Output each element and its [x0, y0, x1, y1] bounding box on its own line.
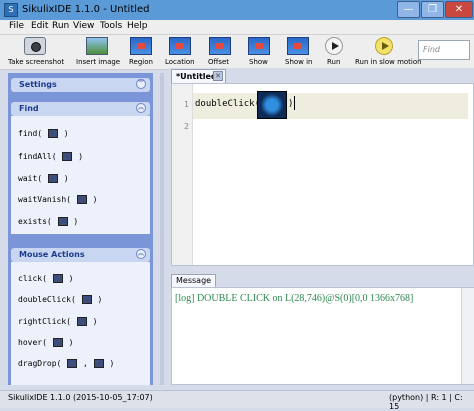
menu-file[interactable]: File: [9, 21, 24, 31]
line-number: 1: [184, 100, 190, 109]
expand-icon[interactable]: ︾: [136, 79, 146, 89]
close-icon[interactable]: ✕: [213, 71, 223, 81]
find-panel-header[interactable]: Find ︽: [11, 102, 150, 116]
location-button[interactable]: Location: [165, 35, 197, 69]
status-version: SikulixIDE 1.1.0 (2015-10-05_17:07): [8, 393, 153, 402]
image-placeholder-icon: [76, 195, 87, 204]
image-placeholder-icon: [62, 152, 73, 161]
minimize-button[interactable]: —: [397, 1, 420, 18]
command-sidebar: Settings ︾ Find ︽ find( ) findAll( ) wai…: [8, 73, 153, 385]
tool-label: Region: [129, 58, 153, 66]
run-icon: [325, 37, 343, 55]
vertical-scrollbar[interactable]: [461, 288, 474, 384]
close-button[interactable]: ✕: [445, 1, 473, 18]
camera-icon: [24, 37, 46, 55]
region-icon: [130, 37, 152, 55]
settings-label: Settings: [19, 80, 57, 89]
offset-icon: [209, 37, 231, 55]
tool-label: Run: [327, 58, 341, 66]
region-button[interactable]: Region: [126, 35, 158, 69]
offset-button[interactable]: Offset: [205, 35, 237, 69]
image-placeholder-icon: [47, 174, 58, 183]
show-in-icon: [287, 37, 309, 55]
text-cursor: [294, 96, 295, 110]
app-icon: S: [4, 3, 18, 17]
search-input[interactable]: Find: [418, 40, 470, 60]
cmd-exists[interactable]: exists( ): [18, 217, 78, 226]
cmd-wait[interactable]: wait( ): [18, 174, 69, 183]
image-placeholder-icon: [57, 217, 68, 226]
image-placeholder-icon: [52, 274, 63, 283]
insert-image-icon: [86, 37, 108, 55]
code-text[interactable]: ): [288, 99, 293, 109]
windows-start-button-image[interactable]: [257, 91, 287, 119]
insert-image-button[interactable]: Insert image: [72, 35, 122, 69]
run-button[interactable]: Run: [322, 35, 350, 69]
menu-tools[interactable]: Tools: [100, 21, 122, 31]
collapse-icon[interactable]: ︽: [136, 249, 146, 259]
image-placeholder-icon: [76, 317, 87, 326]
location-icon: [169, 37, 191, 55]
cmd-doubleclick[interactable]: doubleClick( ): [18, 295, 102, 304]
image-placeholder-icon: [52, 338, 63, 347]
tool-label: Show: [249, 58, 268, 66]
slow-motion-icon: [375, 37, 393, 55]
cmd-dragdrop[interactable]: dragDrop( , ): [18, 359, 114, 368]
menu-edit[interactable]: Edit: [31, 21, 48, 31]
show-button[interactable]: Show: [244, 35, 276, 69]
splitter[interactable]: [160, 73, 164, 385]
toolbar: Take screenshot Insert image Region Loca…: [0, 35, 474, 70]
code-text[interactable]: doubleClick(: [195, 99, 260, 109]
menu-bar: [0, 20, 474, 35]
tab-untitled[interactable]: *Untitled ✕: [171, 69, 226, 83]
status-cursor-position: (python) | R: 1 | C: 15: [389, 393, 463, 411]
collapse-icon[interactable]: ︽: [136, 103, 146, 113]
tool-label: Insert image: [76, 58, 121, 66]
cmd-hover[interactable]: hover( ): [18, 338, 73, 347]
maximize-button[interactable]: ❐: [421, 1, 444, 18]
take-screenshot-button[interactable]: Take screenshot: [4, 35, 64, 69]
mouse-actions-label: Mouse Actions: [19, 250, 85, 259]
tool-label: Take screenshot: [8, 58, 65, 66]
menu-help[interactable]: Help: [127, 21, 148, 31]
mouse-actions-panel-header[interactable]: Mouse Actions ︽: [11, 248, 150, 262]
cmd-find[interactable]: find( ): [18, 129, 69, 138]
show-in-button[interactable]: Show in: [282, 35, 314, 69]
settings-panel-header[interactable]: Settings ︾: [11, 78, 150, 92]
image-placeholder-icon: [93, 359, 104, 368]
run-slow-motion-button[interactable]: Run in slow motion: [355, 35, 422, 69]
line-number-gutter: [172, 84, 193, 265]
image-placeholder-icon: [81, 295, 92, 304]
cmd-findall[interactable]: findAll( ): [18, 152, 83, 161]
image-placeholder-icon: [67, 359, 78, 368]
image-placeholder-icon: [47, 129, 58, 138]
cmd-rightclick[interactable]: rightClick( ): [18, 317, 97, 326]
tool-label: Offset: [208, 58, 230, 66]
tool-label: Location: [165, 58, 195, 66]
tool-label: Run in slow motion: [355, 58, 422, 66]
tab-message[interactable]: Message: [171, 274, 216, 287]
find-label: Find: [19, 104, 39, 113]
menu-view[interactable]: View: [73, 21, 94, 31]
line-number: 2: [184, 122, 190, 131]
window-title: SikulixIDE 1.1.0 - Untitled: [22, 4, 150, 15]
tab-label: *Untitled: [176, 72, 217, 81]
menu-run[interactable]: Run: [52, 21, 69, 31]
log-message: [log] DOUBLE CLICK on L(28,746)@S(0)[0,0…: [175, 293, 414, 304]
show-icon: [248, 37, 270, 55]
cmd-waitvanish[interactable]: waitVanish( ): [18, 195, 97, 204]
tool-label: Show in: [285, 58, 313, 66]
cmd-click[interactable]: click( ): [18, 274, 73, 283]
